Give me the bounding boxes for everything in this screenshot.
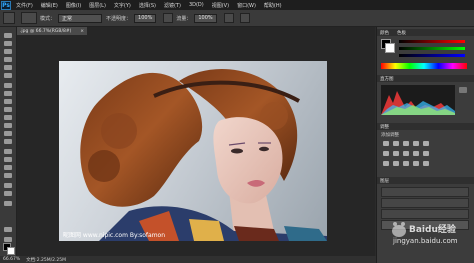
photo-caption: 昵图网 www.nipic.com By:sofamon — [63, 232, 165, 239]
histogram-graph — [381, 85, 455, 115]
document-size: 文档:2.25M/2.25M — [26, 257, 67, 263]
lasso-tool-icon[interactable] — [4, 49, 12, 54]
background-color-swatch[interactable] — [7, 247, 15, 255]
color-balance-icon[interactable] — [393, 151, 399, 156]
close-icon[interactable]: × — [80, 29, 84, 34]
brush-preset-picker[interactable] — [21, 12, 37, 24]
move-tool-icon[interactable] — [4, 33, 12, 38]
posterize-icon[interactable] — [393, 161, 399, 166]
adjustments-tab-label: 调整 — [380, 124, 389, 130]
layer-filter-row[interactable] — [381, 187, 469, 197]
flow-field[interactable]: 100% — [194, 13, 217, 23]
menu-edit[interactable]: 编辑(E) — [41, 2, 58, 9]
canvas-image[interactable]: 昵图网 www.nipic.com By:sofamon — [59, 61, 327, 241]
blue-slider[interactable] — [399, 54, 465, 57]
eyedropper-tool-icon[interactable] — [4, 73, 12, 78]
channel-mixer-icon[interactable] — [423, 151, 429, 156]
menu-file[interactable]: 文件(F) — [16, 2, 33, 9]
histogram-refresh-icon[interactable] — [459, 87, 467, 93]
options-bar: 模式： 正常 不透明度： 100% 流量： 100% — [0, 10, 474, 27]
pressure-opacity-icon[interactable] — [163, 13, 174, 23]
red-slider[interactable] — [399, 40, 465, 43]
adjustments-hint: 添加调整 — [381, 133, 399, 138]
vibrance-icon[interactable] — [423, 141, 429, 146]
threshold-icon[interactable] — [403, 161, 409, 166]
eraser-tool-icon[interactable] — [4, 115, 12, 120]
opacity-label: 不透明度： — [106, 15, 132, 22]
menu-view[interactable]: 视图(V) — [212, 2, 229, 9]
invert-icon[interactable] — [383, 161, 389, 166]
quick-select-tool-icon[interactable] — [4, 57, 12, 62]
screen-mode-icon[interactable] — [4, 237, 12, 242]
brush-tool-icon[interactable] — [3, 12, 15, 24]
airbrush-icon[interactable] — [223, 13, 234, 23]
status-bar: 66.67% 文档:2.25M/2.25M — [0, 256, 376, 263]
histogram-panel-tab[interactable]: 直方图 — [377, 75, 474, 82]
color-spectrum-bar[interactable] — [381, 63, 467, 69]
pressure-size-icon[interactable] — [239, 13, 250, 23]
black-white-icon[interactable] — [403, 151, 409, 156]
color-panel-tab[interactable]: 颜色 色板 — [377, 29, 474, 36]
layer-blend-row[interactable] — [381, 198, 469, 208]
levels-icon[interactable] — [393, 141, 399, 146]
document-window: .jpg @ 66.7%(RGB/8#) × 昵图网 www.nipic.com… — [17, 27, 375, 256]
brush-tool-icon[interactable] — [4, 91, 12, 96]
menu-help[interactable]: 帮助(H) — [264, 2, 282, 9]
portrait-illustration: 昵图网 www.nipic.com By:sofamon — [63, 69, 327, 241]
document-tab[interactable]: .jpg @ 66.7%(RGB/8#) × — [17, 27, 87, 35]
watermark-url: jingyan.baidu.com — [393, 237, 458, 245]
clone-stamp-tool-icon[interactable] — [4, 99, 12, 104]
menu-image[interactable]: 图像(I) — [66, 2, 81, 9]
tools-panel — [0, 27, 17, 263]
photo-filter-icon[interactable] — [413, 151, 419, 156]
crop-tool-icon[interactable] — [4, 65, 12, 70]
menu-type[interactable]: 文字(Y) — [114, 2, 131, 9]
dodge-tool-icon[interactable] — [4, 139, 12, 144]
selective-color-icon[interactable] — [423, 161, 429, 166]
color-tab-label: 颜色 — [380, 30, 389, 36]
watermark-brand: Baidu经验 — [409, 225, 456, 235]
curves-icon[interactable] — [403, 141, 409, 146]
adjustments-panel-tab[interactable]: 调整 — [377, 123, 474, 130]
menu-bar: Ps 文件(F) 编辑(E) 图像(I) 图层(L) 文字(Y) 选择(S) 滤… — [0, 0, 474, 10]
green-slider[interactable] — [399, 47, 465, 50]
histogram-tab-label: 直方图 — [380, 76, 394, 82]
layers-panel-tab[interactable]: 图层 — [377, 177, 474, 184]
layer-lock-row[interactable] — [381, 209, 469, 219]
flow-label: 流量： — [176, 15, 192, 22]
menu-3d[interactable]: 3D(D) — [189, 2, 204, 8]
exposure-icon[interactable] — [413, 141, 419, 146]
mode-label: 模式： — [40, 15, 56, 22]
gradient-map-icon[interactable] — [413, 161, 419, 166]
ps-logo-icon: Ps — [1, 0, 11, 10]
pen-tool-icon[interactable] — [4, 149, 12, 154]
zoom-tool-icon[interactable] — [4, 191, 12, 196]
swatch-tab-label: 色板 — [397, 30, 406, 36]
menu-select[interactable]: 选择(S) — [139, 2, 156, 9]
type-tool-icon[interactable] — [4, 157, 12, 162]
shape-tool-icon[interactable] — [4, 173, 12, 178]
brightness-contrast-icon[interactable] — [383, 141, 389, 146]
path-select-tool-icon[interactable] — [4, 165, 12, 170]
opacity-field[interactable]: 100% — [134, 13, 157, 23]
quick-mask-icon[interactable] — [4, 227, 12, 232]
extra-tool-icon[interactable] — [4, 201, 12, 206]
menu-filter[interactable]: 滤镜(T) — [164, 2, 181, 9]
menu-layer[interactable]: 图层(L) — [89, 2, 106, 9]
hand-tool-icon[interactable] — [4, 183, 12, 188]
mode-select[interactable]: 正常 — [58, 13, 103, 23]
gradient-tool-icon[interactable] — [4, 123, 12, 128]
histogram-svg — [381, 91, 455, 115]
marquee-tool-icon[interactable] — [4, 41, 12, 46]
layers-tab-label: 图层 — [380, 178, 389, 184]
history-brush-tool-icon[interactable] — [4, 107, 12, 112]
zoom-readout[interactable]: 66.67% — [3, 257, 20, 262]
baidu-watermark: Baidu经验 jingyan.baidu.com — [389, 219, 471, 249]
document-tab-label: .jpg @ 66.7%(RGB/8#) — [20, 28, 72, 34]
menu-window[interactable]: 窗口(W) — [237, 2, 256, 9]
blur-tool-icon[interactable] — [4, 131, 12, 136]
hue-saturation-icon[interactable] — [383, 151, 389, 156]
panel-background-chip[interactable] — [385, 43, 395, 53]
healing-tool-icon[interactable] — [4, 83, 12, 88]
